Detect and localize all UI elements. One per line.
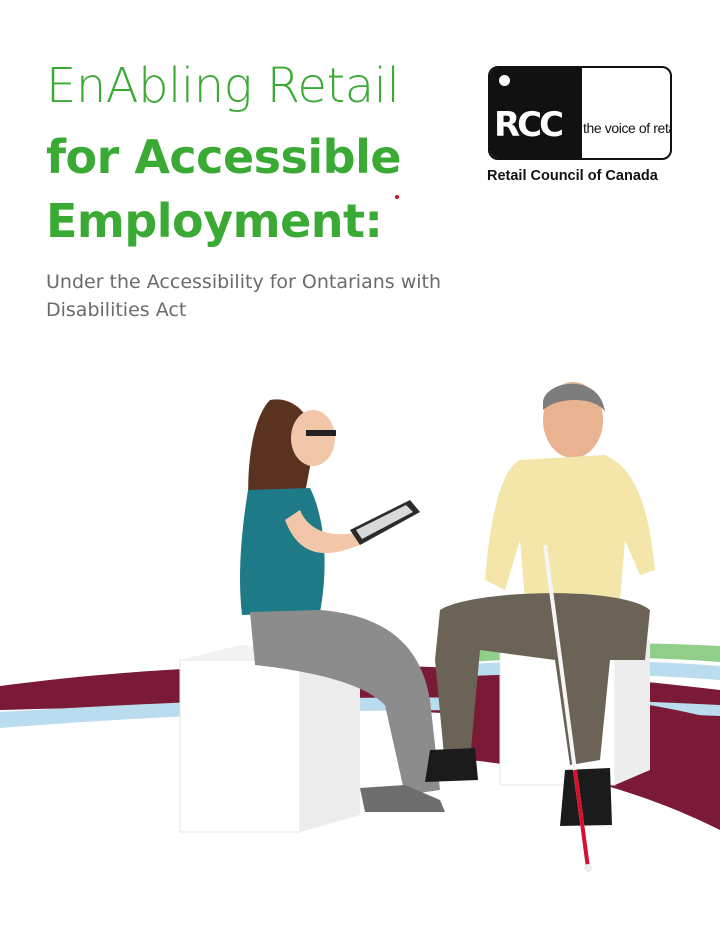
man-figure	[425, 382, 655, 872]
logo-mark: RCC	[494, 105, 564, 145]
cover-page: EnAbling Retail for Accessible Employmen…	[0, 0, 720, 932]
rcc-logo: RCC the voice of retail	[488, 66, 672, 160]
subtitle: Under the Accessibility for Ontarians wi…	[46, 271, 442, 321]
people-photo	[0, 382, 720, 872]
logo-tag-hole-icon	[499, 75, 510, 86]
red-dot-mark	[395, 195, 399, 199]
title-line-1: EnAbling Retail	[46, 58, 400, 114]
title-line-2: for Accessible	[46, 130, 402, 184]
organization-name: Retail Council of Canada	[487, 168, 658, 184]
logo-tagline: the voice of retail	[583, 120, 672, 136]
title-line-3: Employment:	[46, 194, 383, 248]
